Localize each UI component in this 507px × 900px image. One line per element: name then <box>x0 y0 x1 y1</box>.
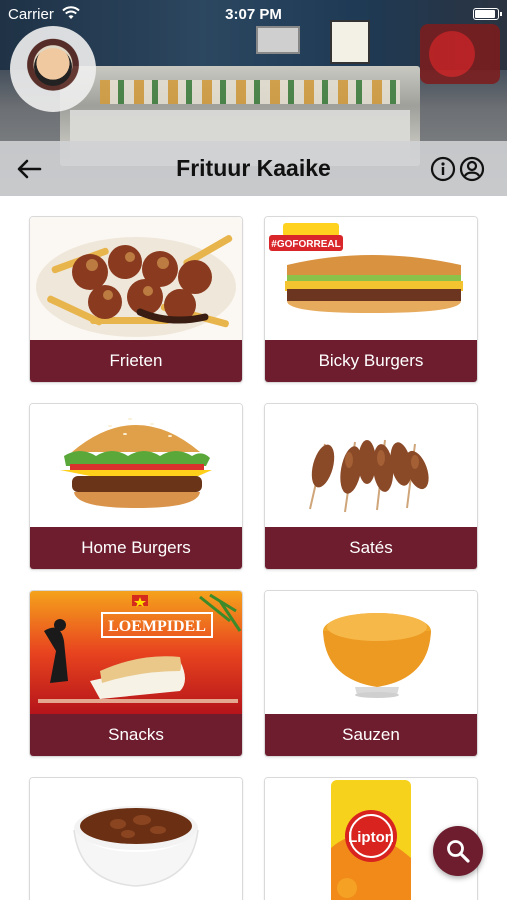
category-card-sates[interactable]: Satés <box>264 403 478 570</box>
category-card-home-burgers[interactable]: Home Burgers <box>29 403 243 570</box>
category-card-snacks[interactable]: LOEMPIDEL Snacks <box>29 590 243 757</box>
clock: 3:07 PM <box>225 6 282 23</box>
snacks-image: LOEMPIDEL <box>30 591 242 714</box>
cheeseburger-image <box>30 404 242 527</box>
category-card-bicky-burgers[interactable]: #GOFORREAL Bicky Burgers <box>264 216 478 383</box>
hero-microwave <box>256 26 300 54</box>
search-fab-button[interactable] <box>433 826 483 876</box>
skewers-image <box>265 404 477 527</box>
logo-mascot-icon <box>34 48 72 86</box>
category-label: Bicky Burgers <box>265 340 477 382</box>
category-grid: Frieten #GOFORREAL Bicky Burgers Home Bu… <box>0 196 507 900</box>
search-icon <box>447 840 470 863</box>
battery-icon <box>473 8 502 20</box>
stew-image <box>30 778 242 900</box>
hero-shelf <box>100 80 400 104</box>
sauce-image <box>265 591 477 714</box>
loempidel-brand: LOEMPIDEL <box>108 618 206 635</box>
category-card-stew[interactable] <box>29 777 243 900</box>
fries-image <box>30 217 242 340</box>
category-card-sauzen[interactable]: Sauzen <box>264 590 478 757</box>
info-circle-icon[interactable] <box>430 156 456 182</box>
category-card-frieten[interactable]: Frieten <box>29 216 243 383</box>
category-label: Frieten <box>30 340 242 382</box>
title-bar: Frituur Kaaike <box>0 141 507 196</box>
category-label: Sauzen <box>265 714 477 756</box>
status-bar: Carrier 3:07 PM <box>0 0 507 28</box>
category-label: Satés <box>265 527 477 569</box>
bicky-burger-image: #GOFORREAL <box>265 217 477 340</box>
category-label: Home Burgers <box>30 527 242 569</box>
hero-banner: Carrier 3:07 PM Frituur Kaaike <box>0 0 507 196</box>
user-circle-icon[interactable] <box>459 156 485 182</box>
lipton-brand: Lipton <box>348 829 394 846</box>
category-label: Snacks <box>30 714 242 756</box>
goforreal-badge: #GOFORREAL <box>271 239 340 250</box>
hero-decoration <box>420 24 500 84</box>
